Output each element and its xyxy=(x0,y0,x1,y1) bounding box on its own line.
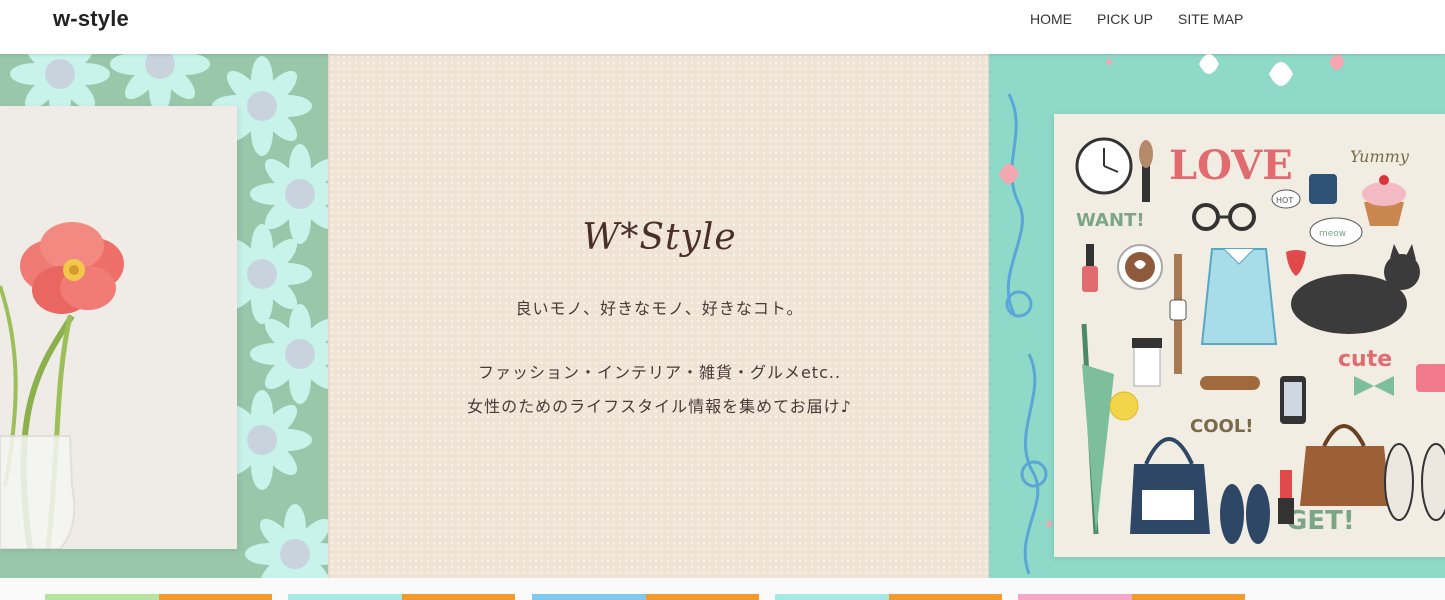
svg-text:LOVE: LOVE xyxy=(1169,142,1293,189)
site-logo[interactable]: w-style xyxy=(53,6,129,32)
poppy-photo xyxy=(0,106,237,549)
thumb-2-image xyxy=(288,594,402,600)
hero-tagline-2: ファッション・インテリア・雑貨・グルメetc.. xyxy=(477,363,842,382)
thumb-2-label-strip xyxy=(401,594,515,600)
hero-slider[interactable]: W*Style 良いモノ、好きなモノ、好きなコト。 ファッション・インテリア・雑… xyxy=(0,54,1445,578)
svg-text:GET!: GET! xyxy=(1286,506,1355,536)
svg-text:HOT: HOT xyxy=(1276,196,1293,205)
thumb-4[interactable] xyxy=(775,594,1002,600)
svg-text:meow: meow xyxy=(1319,229,1346,239)
nav-pick-up[interactable]: PICK UP xyxy=(1097,11,1153,27)
fashion-items-illustration: LOVE Yummy WANT! cute COOL! GET! HOT meo… xyxy=(1054,114,1445,557)
hero-tagline-3: 女性のためのライフスタイル情報を集めてお届け♪ xyxy=(467,397,852,416)
thumb-1-label-strip xyxy=(158,594,272,600)
post-thumbnails xyxy=(0,578,1445,600)
hero-center-panel: W*Style 良いモノ、好きなモノ、好きなコト。 ファッション・インテリア・雑… xyxy=(328,54,989,578)
thumb-5-image xyxy=(1018,594,1132,600)
svg-text:WANT!: WANT! xyxy=(1076,210,1145,231)
hero-brand-title: W*Style xyxy=(582,217,737,258)
nav-site-map[interactable]: SITE MAP xyxy=(1178,11,1243,27)
svg-text:Yummy: Yummy xyxy=(1350,147,1410,166)
thumb-5-label-strip xyxy=(1131,594,1245,600)
fashion-illustration: LOVE Yummy WANT! cute COOL! GET! HOT meo… xyxy=(1054,114,1445,557)
hero-left-image xyxy=(0,54,328,578)
hero-right-image: LOVE Yummy WANT! cute COOL! GET! HOT meo… xyxy=(989,54,1445,578)
thumb-5[interactable] xyxy=(1018,594,1245,600)
svg-text:COOL!: COOL! xyxy=(1190,416,1254,437)
thumb-4-image xyxy=(775,594,889,600)
svg-text:cute: cute xyxy=(1338,347,1392,372)
main-nav: HOME PICK UP SITE MAP xyxy=(1030,11,1268,27)
hero-tagline-1: 良いモノ、好きなモノ、好きなコト。 xyxy=(515,299,804,318)
site-header: w-style HOME PICK UP SITE MAP xyxy=(0,0,1445,54)
thumb-2[interactable] xyxy=(288,594,515,600)
thumb-1[interactable] xyxy=(45,594,272,600)
thumb-3-label-strip xyxy=(645,594,759,600)
thumb-1-image xyxy=(45,594,159,600)
poppy-flower-image xyxy=(0,106,237,549)
thumb-4-label-strip xyxy=(888,594,1002,600)
nav-home[interactable]: HOME xyxy=(1030,11,1072,27)
thumb-3[interactable] xyxy=(532,594,759,600)
thumb-3-image xyxy=(532,594,646,600)
